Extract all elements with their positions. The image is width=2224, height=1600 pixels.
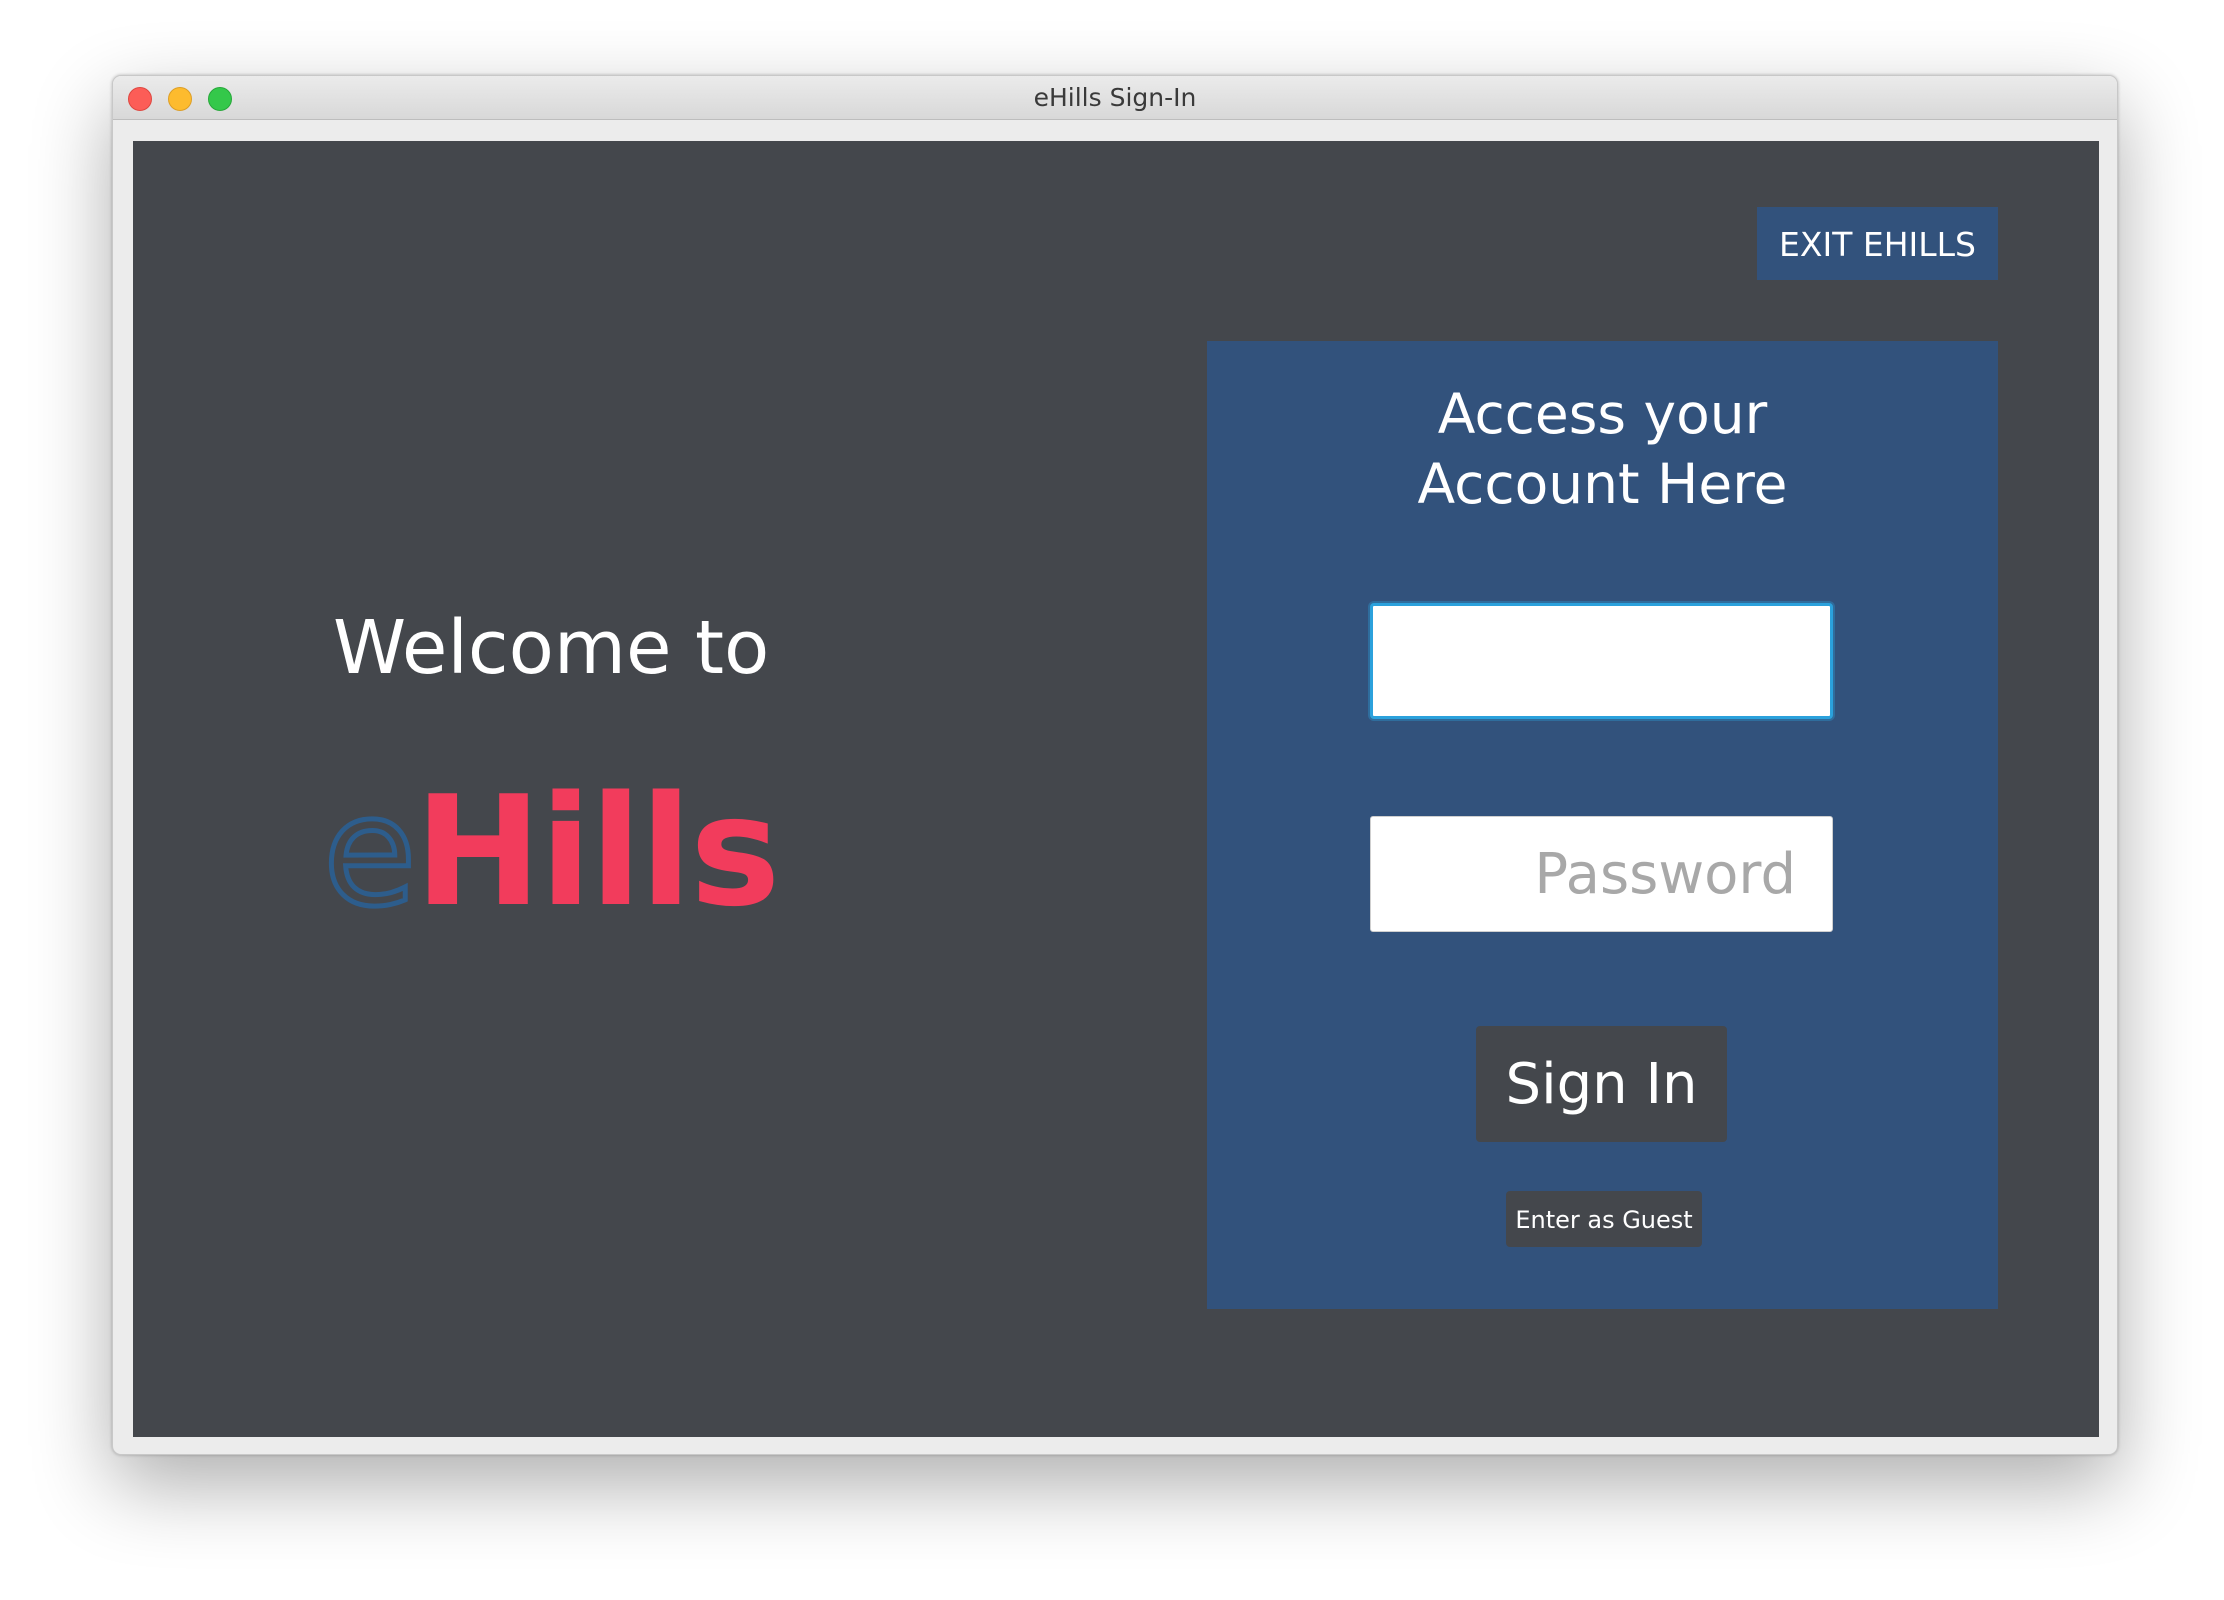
password-input[interactable] xyxy=(1370,816,1833,932)
app-window: eHills Sign-In EXIT EHILLS Welcome to eH… xyxy=(112,75,2118,1455)
username-input[interactable] xyxy=(1370,603,1833,719)
welcome-text: Welcome to xyxy=(333,605,770,691)
logo-hills: Hills xyxy=(414,763,781,940)
main-content: EXIT EHILLS Welcome to eHills Access you… xyxy=(133,141,2099,1437)
title-bar[interactable]: eHills Sign-In xyxy=(113,76,2117,120)
logo-e: e xyxy=(321,763,419,940)
login-title: Access your Account Here xyxy=(1417,382,1788,516)
window-title: eHills Sign-In xyxy=(1033,83,1197,112)
ehills-logo: eHills xyxy=(321,773,781,930)
sign-in-button[interactable]: Sign In xyxy=(1476,1026,1727,1142)
exit-button[interactable]: EXIT EHILLS xyxy=(1757,207,1998,280)
guest-button[interactable]: Enter as Guest xyxy=(1506,1191,1702,1247)
login-panel: Access your Account Here Sign In Enter a… xyxy=(1207,341,1998,1309)
